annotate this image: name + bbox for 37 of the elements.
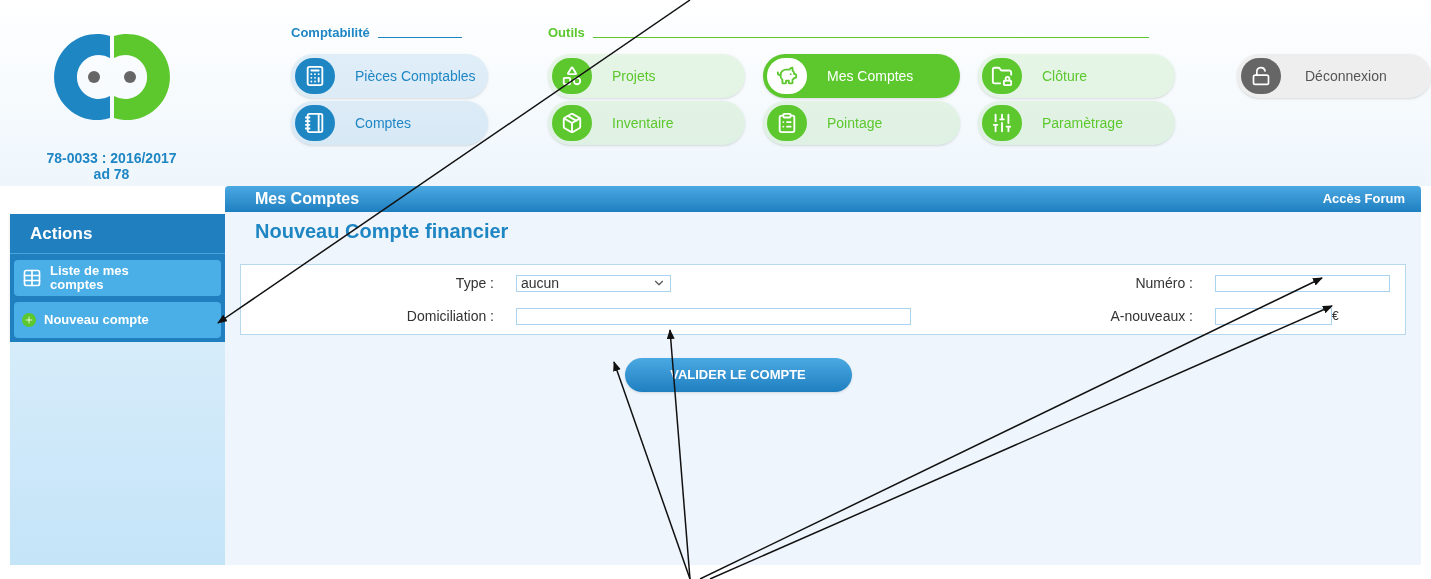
account-name: ad 78: [93, 166, 130, 182]
group-title: Comptabilité: [291, 24, 370, 43]
field-label: Domiciliation :: [405, 306, 495, 326]
logout-button[interactable]: Déconnexion: [1237, 54, 1431, 98]
forum-link[interactable]: Accès Forum: [1322, 189, 1405, 209]
input-field[interactable]: [1215, 274, 1390, 292]
folder-lock-icon: [982, 58, 1022, 94]
clipboard-icon: [767, 105, 807, 141]
sliders-icon: [982, 105, 1022, 141]
nav-button[interactable]: Projets: [548, 54, 745, 98]
nav-button[interactable]: Comptes: [291, 101, 488, 145]
notebook-icon: [295, 105, 335, 141]
account-code: 78-0033 : 2016/2017: [46, 150, 177, 166]
nav-button[interactable]: Pointage: [763, 101, 960, 145]
sidebar-item[interactable]: Nouveau compte: [14, 302, 221, 338]
nav-button[interactable]: Inventaire: [548, 101, 745, 145]
nav-button[interactable]: Paramètrage: [978, 101, 1175, 145]
input-field[interactable]: [516, 307, 911, 325]
field-label: A-nouveaux :: [1109, 306, 1194, 326]
field-label: Numéro :: [1134, 273, 1194, 293]
nav-button[interactable]: Mes Comptes: [763, 54, 960, 98]
piggy-bank-icon: [767, 58, 807, 94]
group-title: Outils: [548, 24, 585, 43]
sidebar-item[interactable]: Liste de mes comptes: [14, 260, 221, 296]
nav-button[interactable]: Pièces Comptables: [291, 54, 488, 98]
section-title: Mes Comptes: [255, 189, 360, 209]
currency-unit: €: [1332, 308, 1339, 325]
shapes-icon: [552, 58, 592, 94]
field-label: Type :: [454, 273, 495, 293]
table-icon: [22, 268, 42, 288]
abacus-icon: [295, 58, 335, 94]
nav-button[interactable]: Clôture: [978, 54, 1175, 98]
type-select[interactable]: aucun: [516, 274, 671, 292]
input-field[interactable]: [1215, 307, 1332, 325]
unlock-icon: [1241, 58, 1281, 94]
box-icon: [552, 105, 592, 141]
add-icon: [22, 313, 36, 327]
